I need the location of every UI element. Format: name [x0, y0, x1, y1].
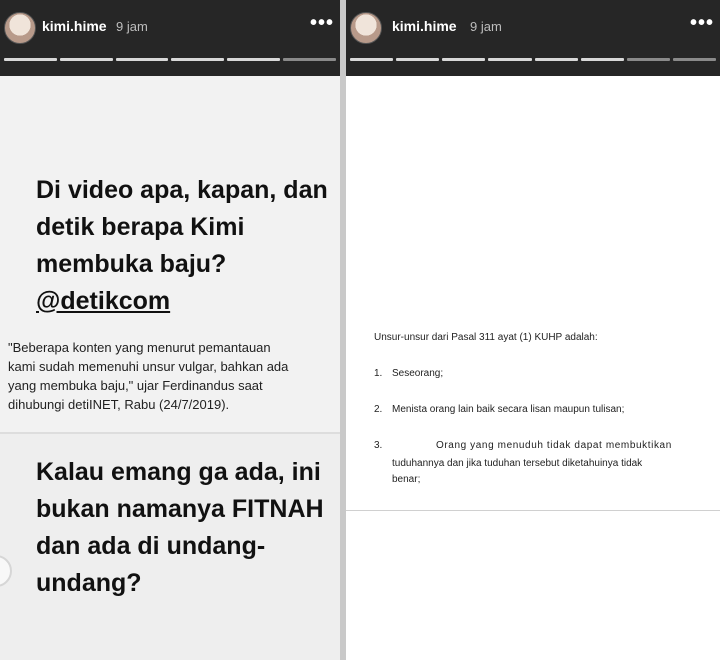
quote-text: "Beberapa konten yang menurut pemantauan… [8, 340, 289, 412]
doc-item-text: Menista orang lain baik secara lisan mau… [392, 404, 625, 415]
headline: Di video apa, kapan, dan detik berapa Ki… [36, 172, 328, 320]
story-header: kimi.hime 9 jam ••• [0, 0, 340, 76]
doc-item-number: 3. [374, 440, 383, 451]
story-progress-bar [350, 58, 716, 61]
doc-item-text-cont: tuduhannya dan jika tuduhan tersebut dik… [392, 458, 643, 485]
avatar[interactable] [4, 12, 36, 44]
username[interactable]: kimi.hime [392, 18, 457, 34]
story-header: kimi.hime 9 jam ••• [346, 0, 720, 76]
timestamp: 9 jam [116, 19, 148, 34]
avatar[interactable] [350, 12, 382, 44]
doc-item-number: 1. [374, 368, 383, 379]
mention-link[interactable]: @detikcom [36, 283, 328, 320]
doc-item-text: Orang yang menuduh tidak dapat membuktik… [436, 440, 672, 451]
username[interactable]: kimi.hime [42, 18, 107, 34]
doc-item-text: Seseorang; [392, 368, 444, 379]
left-story: kimi.hime 9 jam ••• Di video apa, kapan,… [0, 0, 340, 660]
story-progress-bar [4, 58, 336, 61]
doc-item-number: 2. [374, 404, 383, 415]
more-options-icon[interactable]: ••• [690, 12, 714, 35]
timestamp: 9 jam [470, 19, 502, 34]
right-story: kimi.hime 9 jam ••• Unsur-unsur dari Pas… [346, 0, 720, 660]
doc-bottom-line [346, 510, 720, 511]
doc-heading: Unsur-unsur dari Pasal 311 ayat (1) KUHP… [374, 332, 598, 343]
more-options-icon[interactable]: ••• [310, 12, 334, 35]
headline-2: Kalau emang ga ada, ini bukan namanya FI… [36, 458, 324, 597]
